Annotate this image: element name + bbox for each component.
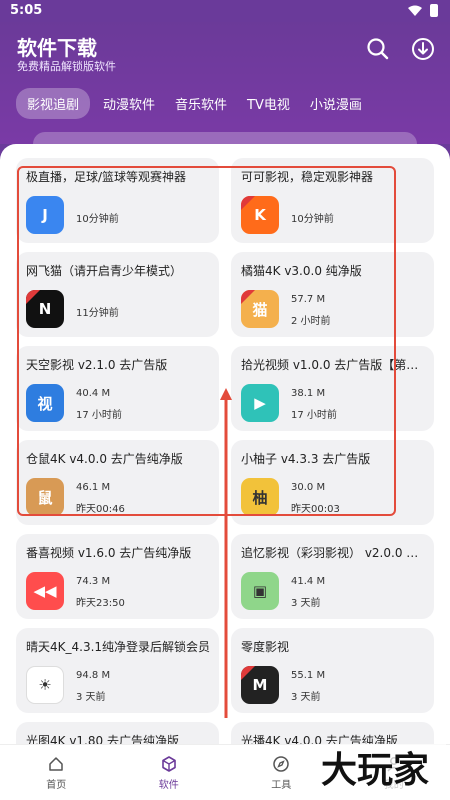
app-title: 光播4K v4.0.0 去广告纯净版 [241, 734, 398, 744]
nav-label: 首页 [46, 779, 67, 791]
app-title: 光图4K v1.80 去广告纯净版 [26, 734, 179, 744]
page-subtitle: 免费精品解锁版软件 [17, 60, 116, 73]
download-icon [412, 38, 434, 60]
app-title: 晴天4K_4.3.1纯净登录后解锁会员 [26, 640, 211, 654]
watermark-logo: 大玩家 [304, 744, 446, 792]
app-updated-time: 3 天前 [291, 692, 321, 703]
fanxi-icon: ◀◀ [26, 572, 64, 610]
annotation-arrow-icon [220, 388, 232, 718]
corner-badge-icon [241, 666, 255, 680]
tab-0[interactable]: 影视追剧 [16, 88, 91, 119]
app-size: 94.8 M [76, 670, 111, 681]
nav-label: 工具 [271, 779, 292, 791]
app-header: 软件下载 免费精品解锁版软件 影视追剧 动漫软件 音乐软件 TV电视 小说漫画 [0, 22, 450, 156]
app-card[interactable]: 追忆影视（彩羽影视） v2.0.0 纯… ▣ 41.4 M 3 天前 [231, 534, 434, 619]
compass-icon [273, 755, 289, 772]
app-icon-glyph: ◀◀ [33, 582, 57, 600]
app-icon-glyph: ☀ [38, 676, 52, 694]
app-updated-time: 3 天前 [291, 598, 321, 609]
search-icon [367, 38, 389, 60]
nav-item-1[interactable]: 软件 [113, 745, 226, 800]
wifi-icon [408, 5, 422, 16]
app-updated-time: 3 天前 [76, 692, 106, 703]
tab-2[interactable]: 音乐软件 [168, 88, 234, 119]
tab-4[interactable]: 小说漫画 [303, 88, 369, 119]
nav-item-0[interactable]: 首页 [0, 745, 113, 800]
app-size: 74.3 M [76, 576, 111, 587]
app-card[interactable]: 光图4K v1.80 去广告纯净版 [16, 722, 219, 744]
svg-text:大玩家: 大玩家 [321, 750, 429, 791]
app-card[interactable]: 光播4K v4.0.0 去广告纯净版 [231, 722, 434, 744]
home-icon [49, 756, 63, 771]
lingdu-icon: M [241, 666, 279, 704]
app-size: 41.4 M [291, 576, 326, 587]
sunny-icon: ☀ [26, 666, 64, 704]
app-title: 番喜视频 v1.6.0 去广告纯净版 [26, 546, 192, 560]
cube-icon [161, 755, 176, 772]
tab-3[interactable]: TV电视 [240, 88, 297, 119]
app-card[interactable]: 零度影视 M 55.1 M 3 天前 [231, 628, 434, 713]
app-card[interactable]: 番喜视频 v1.6.0 去广告纯净版 ◀◀ 74.3 M 昨天23:50 [16, 534, 219, 619]
app-updated-time: 昨天23:50 [76, 598, 125, 609]
app-size: 55.1 M [291, 670, 326, 681]
status-bar: 5:05 [0, 0, 450, 22]
status-time: 5:05 [10, 3, 43, 18]
category-tabs: 影视追剧 动漫软件 音乐软件 TV电视 小说漫画 [16, 88, 369, 119]
annotation-highlight-box [17, 166, 396, 516]
tab-1[interactable]: 动漫软件 [96, 88, 162, 119]
app-title: 追忆影视（彩羽影视） v2.0.0 纯… [241, 546, 426, 560]
battery-icon [430, 4, 438, 17]
system-icons [408, 4, 438, 17]
page-title: 软件下载 [17, 36, 97, 60]
download-button[interactable] [410, 36, 436, 62]
zhuiyi-icon: ▣ [241, 572, 279, 610]
search-button[interactable] [365, 36, 391, 62]
app-card[interactable]: 晴天4K_4.3.1纯净登录后解锁会员 ☀ 94.8 M 3 天前 [16, 628, 219, 713]
app-icon-glyph: ▣ [252, 582, 268, 600]
app-title: 零度影视 [241, 640, 290, 654]
nav-label: 软件 [158, 779, 179, 791]
